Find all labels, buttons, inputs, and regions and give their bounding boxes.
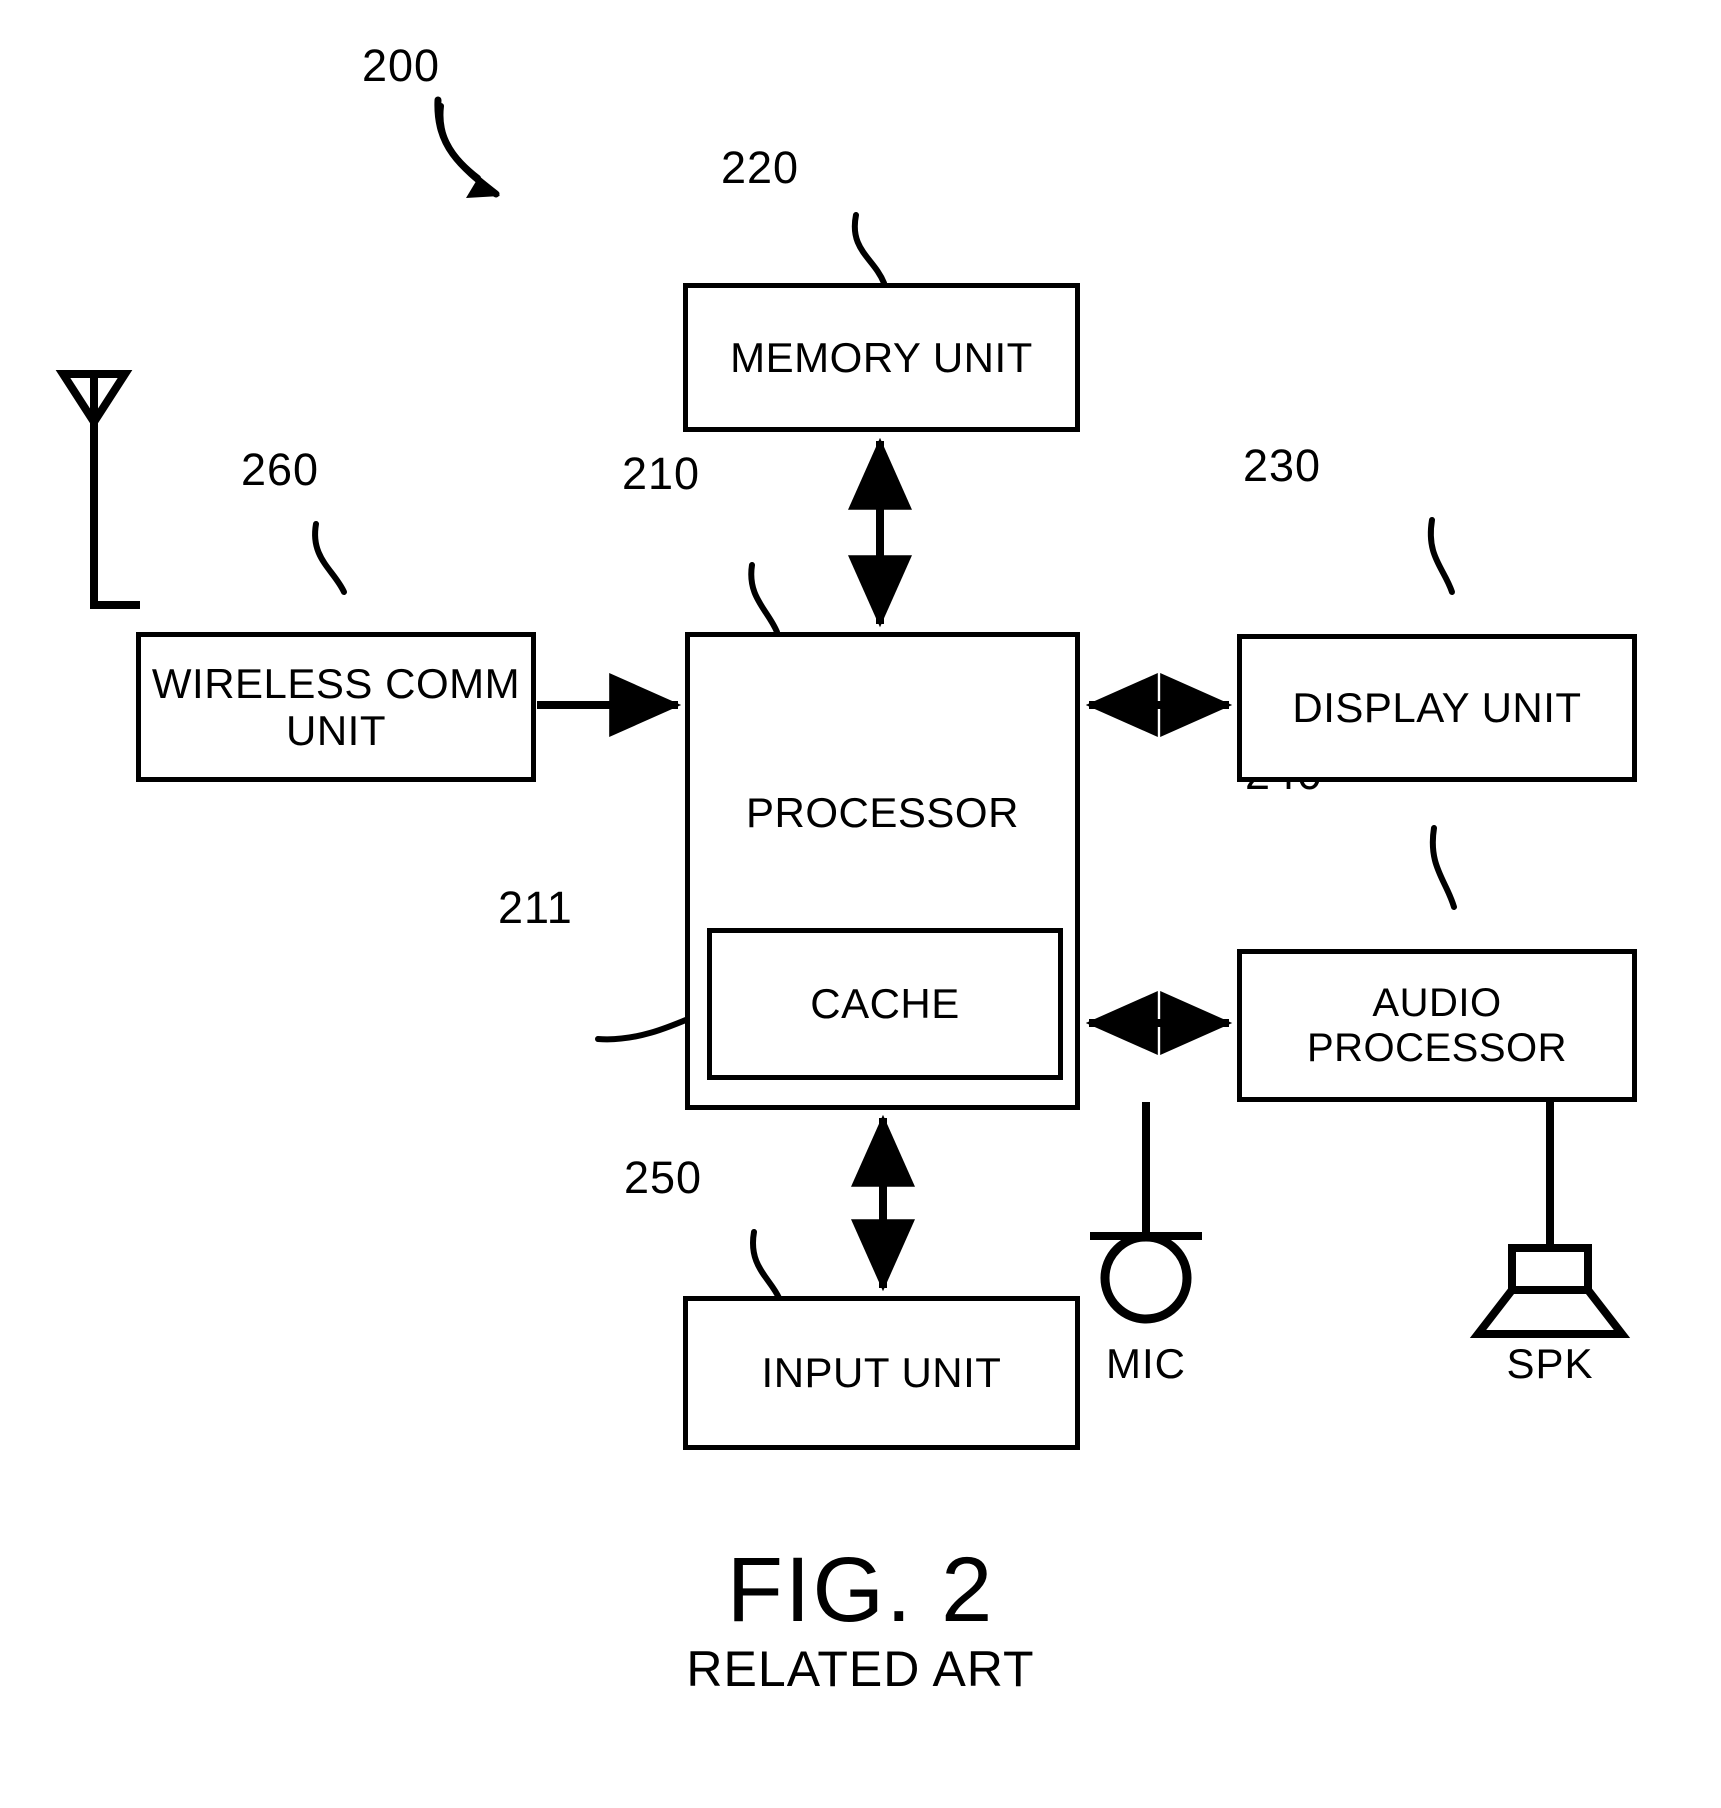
block-display-unit-label: DISPLAY UNIT [1292, 684, 1582, 732]
leader-240 [1429, 825, 1457, 910]
speaker-label: SPK [1506, 1340, 1594, 1387]
reference-numeral-200: 200 [362, 40, 441, 91]
figure-subtitle: RELATED ART [686, 1641, 1035, 1697]
reference-numeral-220: 220 [721, 142, 800, 193]
block-audio-processor-label: AUDIO PROCESSOR [1306, 980, 1568, 1070]
reference-numeral-210: 210 [622, 448, 701, 499]
block-input-unit-label: INPUT UNIT [761, 1349, 1002, 1397]
reference-numeral-211: 211 [498, 882, 573, 933]
speaker-icon [1469, 1102, 1631, 1338]
patent-figure-2: 200 220 210 211 260 230 240 250 MEMORY U… [0, 0, 1721, 1808]
reference-numeral-260: 260 [241, 444, 320, 495]
leader-250 [750, 1229, 782, 1301]
mic-icon [1090, 1102, 1202, 1324]
figure-title: FIG. 2 [726, 1539, 995, 1641]
antenna-icon [55, 370, 140, 609]
block-input-unit[interactable]: INPUT UNIT [683, 1296, 1080, 1450]
block-display-unit[interactable]: DISPLAY UNIT [1237, 634, 1637, 782]
block-audio-processor[interactable]: AUDIO PROCESSOR [1237, 949, 1637, 1102]
block-cache[interactable]: CACHE [707, 928, 1063, 1080]
block-wireless-comm-unit-label: WIRELESS COMM UNIT [151, 659, 521, 754]
block-wireless-comm-unit[interactable]: WIRELESS COMM UNIT [136, 632, 536, 782]
mic-label: MIC [1106, 1340, 1186, 1387]
leader-230 [1427, 517, 1455, 595]
leader-220 [851, 212, 887, 286]
leader-260 [312, 521, 347, 595]
block-cache-label: CACHE [810, 980, 960, 1028]
block-memory-unit[interactable]: MEMORY UNIT [683, 283, 1080, 432]
leader-210 [748, 562, 780, 635]
block-processor-label: PROCESSOR [746, 789, 1019, 836]
figure-number-leader-arrow [434, 96, 500, 198]
reference-numeral-230: 230 [1243, 440, 1322, 491]
block-memory-unit-label: MEMORY UNIT [730, 333, 1033, 381]
reference-numeral-250: 250 [624, 1152, 703, 1203]
